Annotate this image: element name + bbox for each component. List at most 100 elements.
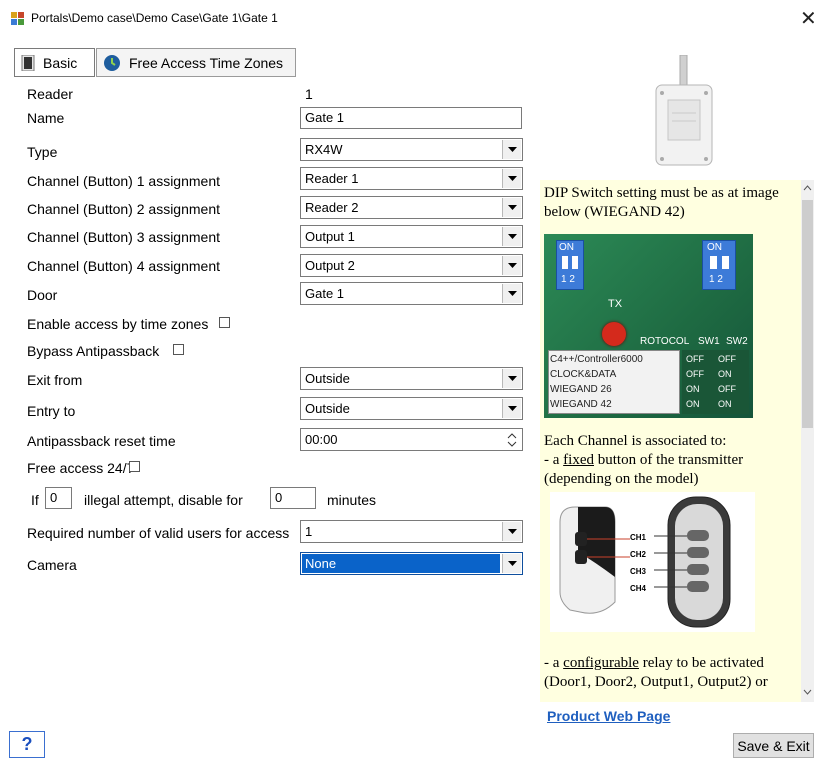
- chevron-down-icon[interactable]: [502, 169, 521, 188]
- free-access-label: Free access 24/7: [27, 460, 135, 476]
- chevron-down-icon[interactable]: [502, 399, 521, 418]
- ch3-select[interactable]: Output 1: [300, 225, 523, 248]
- tab-basic-label: Basic: [43, 54, 78, 71]
- led-icon: [602, 322, 626, 346]
- apb-reset-value: 00:00: [305, 432, 338, 447]
- apb-reset-time-picker[interactable]: 00:00: [300, 428, 523, 451]
- enable-tz-label: Enable access by time zones: [27, 316, 209, 332]
- chevron-down-icon[interactable]: [502, 369, 521, 388]
- sw1-value: OFF: [686, 354, 704, 364]
- dip-switch-2: ON 1 2: [702, 240, 736, 290]
- bypass-checkbox[interactable]: [173, 344, 184, 355]
- protocol-row: WIEGAND 42: [550, 399, 612, 410]
- dip-switch-text: DIP Switch setting must be as at image b…: [544, 185, 779, 220]
- chevron-down-icon[interactable]: [502, 256, 521, 275]
- apb-reset-label: Antipassback reset time: [27, 433, 176, 449]
- required-users-select[interactable]: 1: [300, 520, 523, 543]
- entry-to-select-value: Outside: [305, 401, 350, 416]
- sw2-column: OFF ON OFF ON: [718, 352, 736, 412]
- ch4-label: CH4: [630, 584, 647, 593]
- fixed-button-text: - a fixed button of the transmitter (dep…: [544, 452, 744, 487]
- illegal-middle: illegal attempt, disable for: [84, 492, 243, 508]
- sw1-value: ON: [686, 384, 700, 394]
- name-label: Name: [27, 110, 65, 126]
- illegal-attempts-input[interactable]: 0: [45, 487, 72, 509]
- name-input[interactable]: Gate 1: [300, 107, 522, 129]
- close-icon[interactable]: ✕: [800, 6, 814, 31]
- entry-to-label: Entry to: [27, 403, 76, 419]
- type-select[interactable]: RX4W: [300, 138, 523, 161]
- chevron-down-icon[interactable]: [502, 140, 521, 159]
- ch4-select[interactable]: Output 2: [300, 254, 523, 277]
- dip-switch-1-on-label: ON: [559, 242, 574, 253]
- tab-basic[interactable]: Basic: [14, 48, 95, 77]
- protocol-row: C4++/Controller6000: [550, 354, 643, 365]
- protocol-row: WIEGAND 26: [550, 384, 612, 395]
- disable-minutes-input[interactable]: 0: [270, 487, 316, 509]
- dip-switch-image: ON 1 2 ON 1 2 TX ROTOCOL SW1 SW2 C4++/Co…: [544, 234, 753, 418]
- channel-association-text: Each Channel is associated to: - a fixed…: [544, 432, 794, 489]
- free-access-checkbox[interactable]: [129, 461, 140, 472]
- sw2-value: OFF: [718, 384, 736, 394]
- protocol-row: CLOCK&DATA: [550, 369, 617, 380]
- scroll-up-icon[interactable]: [803, 184, 812, 192]
- ch3-label: Channel (Button) 3 assignment: [27, 229, 220, 245]
- ch2-select[interactable]: Reader 2: [300, 196, 523, 219]
- entry-to-select[interactable]: Outside: [300, 397, 523, 420]
- illegal-prefix: If: [31, 492, 39, 508]
- dip-switch-1-numbers: 1 2: [561, 274, 575, 285]
- camera-select[interactable]: None: [300, 552, 523, 575]
- illegal-suffix: minutes: [327, 492, 377, 508]
- ch4-label: Channel (Button) 4 assignment: [27, 258, 220, 274]
- ch1-select-value: Reader 1: [305, 171, 359, 186]
- type-select-value: RX4W: [305, 142, 343, 157]
- ch1-label: Channel (Button) 1 assignment: [27, 173, 220, 189]
- product-web-page-link[interactable]: Product Web Page: [547, 708, 670, 724]
- exit-from-select[interactable]: Outside: [300, 367, 523, 390]
- window-title: Portals\Demo case\Demo Case\Gate 1\Gate …: [31, 11, 278, 25]
- door-label: Door: [27, 287, 58, 303]
- sw2-value: OFF: [718, 354, 736, 364]
- chevron-down-icon[interactable]: [502, 554, 521, 573]
- sw1-column: OFF OFF ON ON: [686, 352, 704, 412]
- chevron-down-icon[interactable]: [502, 522, 521, 541]
- transmitter-image: CH1 CH2 CH3 CH4: [550, 492, 755, 632]
- enable-tz-checkbox[interactable]: [219, 317, 230, 328]
- door-select[interactable]: Gate 1: [300, 282, 523, 305]
- sw2-label: SW2: [726, 336, 748, 347]
- sw2-value: ON: [718, 399, 732, 409]
- dip-toggle: [722, 256, 729, 269]
- help-button[interactable]: ?: [9, 731, 45, 758]
- sw1-value: ON: [686, 399, 700, 409]
- protocol-label: ROTOCOL: [640, 336, 690, 347]
- ch4-select-value: Output 2: [305, 258, 355, 273]
- chevron-down-icon[interactable]: [502, 198, 521, 217]
- device-icon: [21, 54, 35, 71]
- ch2-label: Channel (Button) 2 assignment: [27, 201, 220, 217]
- camera-label: Camera: [27, 557, 77, 573]
- reader-value: 1: [305, 86, 313, 102]
- chevron-down-icon[interactable]: [502, 227, 521, 246]
- reader-label: Reader: [27, 86, 73, 102]
- dip-toggle: [572, 256, 578, 269]
- chevron-down-icon[interactable]: [502, 284, 521, 303]
- dip-switch-2-numbers: 1 2: [709, 274, 723, 285]
- sw2-value: ON: [718, 369, 732, 379]
- spinner-icon[interactable]: [506, 432, 518, 448]
- tab-free-access-label: Free Access Time Zones: [129, 54, 284, 71]
- dip-toggle: [710, 256, 717, 269]
- sw1-value: OFF: [686, 369, 704, 379]
- tab-free-access-time-zones[interactable]: Free Access Time Zones: [96, 48, 296, 77]
- configurable-relay-text: - a configurable relay to be activated (…: [544, 655, 768, 690]
- scrollbar-thumb[interactable]: [802, 200, 813, 428]
- exit-from-label: Exit from: [27, 372, 83, 388]
- scroll-down-icon[interactable]: [803, 688, 812, 696]
- ch3-label: CH3: [630, 567, 647, 576]
- remote-controls-illustration: [559, 496, 731, 628]
- ch1-label: CH1: [630, 533, 647, 542]
- exit-from-select-value: Outside: [305, 371, 350, 386]
- channel-intro: Each Channel is associated to:: [544, 433, 727, 449]
- info-panel: DIP Switch setting must be as at image b…: [540, 180, 801, 702]
- ch1-select[interactable]: Reader 1: [300, 167, 523, 190]
- save-exit-button[interactable]: Save & Exit: [733, 733, 814, 758]
